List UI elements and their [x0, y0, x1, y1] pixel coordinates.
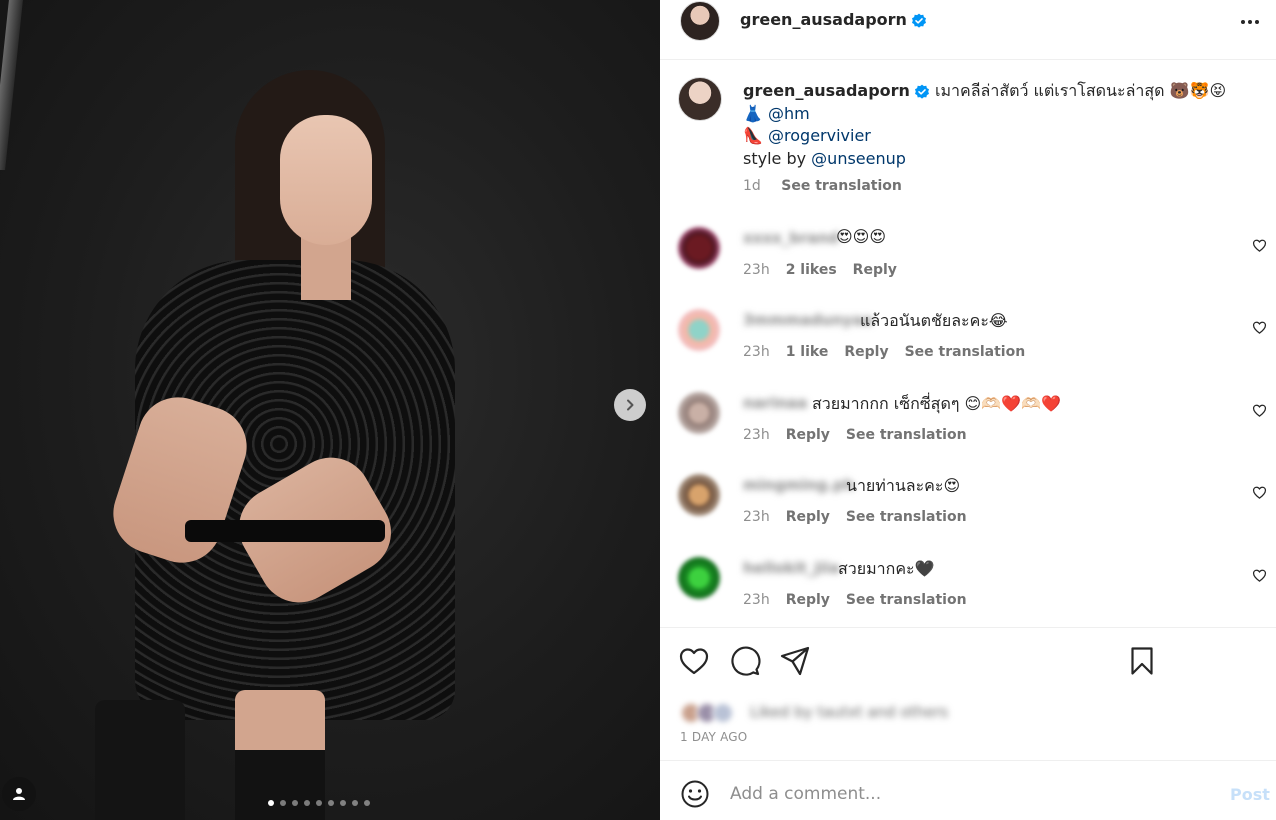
share-icon[interactable] [779, 645, 811, 677]
comment-meta: 23h 2 likes Reply [743, 262, 913, 278]
comment-meta: 23h Reply See translation [743, 592, 983, 608]
caption-text: green_ausadaporn เมาคลีล่าสัตว์ แต่เราโส… [743, 80, 1243, 170]
carousel-dot [340, 800, 346, 806]
emoji-icon[interactable] [680, 779, 710, 809]
commenter-avatar[interactable] [678, 227, 720, 269]
caption-username[interactable]: green_ausadaporn [743, 81, 910, 100]
carousel-indicator [268, 800, 370, 806]
caption-meta: 1d See translation [743, 178, 902, 194]
commenter-username[interactable]: xxxx_brand [743, 229, 839, 249]
comment-time[interactable]: 23h [743, 262, 770, 278]
post-actions: Liked by tautxt and others 1 DAY AGO [660, 627, 1276, 760]
caption-author-avatar[interactable] [678, 77, 722, 121]
carousel-dot [292, 800, 298, 806]
comment-meta: 23h 1 like Reply See translation [743, 344, 1041, 360]
user-tag-icon [13, 788, 25, 800]
liked-by-text[interactable]: Liked by tautxt and others [750, 703, 948, 721]
comment-reply-button[interactable]: Reply [786, 509, 830, 525]
commenter-avatar[interactable] [678, 474, 720, 516]
comment-see-translation[interactable]: See translation [846, 509, 967, 525]
carousel-dot [280, 800, 286, 806]
mention-link-rogervivier[interactable]: @rogervivier [768, 126, 871, 145]
comment-time[interactable]: 23h [743, 427, 770, 443]
comment-item: xxxx_brand 😍😍😍 23h 2 likes Reply [660, 215, 1276, 297]
comment-time[interactable]: 23h [743, 344, 770, 360]
heart-icon[interactable] [1252, 568, 1267, 583]
comment-text: นายท่านละคะ😍 [846, 476, 961, 495]
comment-text: แล้วอนันตชัยละคะ😂 [860, 311, 1008, 330]
bookmark-icon[interactable] [1126, 645, 1158, 677]
carousel-dot [316, 800, 322, 806]
comment-likes[interactable]: 1 like [786, 344, 829, 360]
comment-reply-button[interactable]: Reply [844, 344, 888, 360]
carousel-dot [304, 800, 310, 806]
caption-see-translation[interactable]: See translation [781, 178, 902, 194]
tagged-users-button[interactable] [2, 777, 36, 811]
comment-input[interactable] [730, 777, 1210, 811]
post-header: green_ausadaporn [660, 0, 1276, 60]
author-avatar[interactable] [680, 1, 720, 41]
heart-icon[interactable] [1252, 238, 1267, 253]
comment-list[interactable]: xxxx_brand 😍😍😍 23h 2 likes Reply 3mmmaduny… [660, 215, 1276, 627]
mention-link-unseenup[interactable]: @unseenup [811, 149, 906, 168]
comment-reply-button[interactable]: Reply [786, 592, 830, 608]
comment-meta: 23h Reply See translation [743, 509, 983, 525]
post-photo [95, 70, 485, 820]
verified-badge-icon [911, 13, 926, 28]
heart-icon[interactable] [678, 645, 710, 677]
comment-time[interactable]: 23h [743, 592, 770, 608]
heart-icon[interactable] [1252, 485, 1267, 500]
comment-text: สวยมากคะ🖤 [838, 559, 935, 578]
post-details-panel: green_ausadaporn green_ausadaporn เมาคลี… [660, 0, 1276, 820]
carousel-dot [268, 800, 274, 806]
commenter-avatar[interactable] [678, 392, 720, 434]
commenter-username[interactable]: hellokit_jiia [743, 559, 840, 579]
add-comment-bar: Post [660, 760, 1276, 820]
commenter-username[interactable]: narinaa [743, 394, 807, 414]
comment-item: narinaa สวยมากกก เซ็กซี่สุดๆ 😊🫶🏻❤️🫶🏻❤️ 2… [660, 380, 1276, 462]
carousel-next-button[interactable] [614, 389, 646, 421]
chevron-right-icon [627, 399, 634, 411]
carousel-dot [328, 800, 334, 806]
comment-see-translation[interactable]: See translation [905, 344, 1026, 360]
carousel-dot [352, 800, 358, 806]
heart-icon[interactable] [1252, 320, 1267, 335]
post-caption: green_ausadaporn เมาคลีล่าสัตว์ แต่เราโส… [660, 60, 1276, 210]
comment-see-translation[interactable]: See translation [846, 592, 967, 608]
caption-time[interactable]: 1d [743, 178, 761, 194]
comment-likes[interactable]: 2 likes [786, 262, 837, 278]
caption-style-prefix: style by [743, 148, 812, 168]
post-comment-button[interactable]: Post [1230, 785, 1270, 804]
heel-emoji-icon: 👠 [743, 126, 763, 145]
dress-emoji-icon: 👗 [743, 103, 763, 123]
comment-item: hellokit_jiia สวยมากคะ🖤 23h Reply See tran… [660, 545, 1276, 627]
commenter-username[interactable]: mingming.ph [743, 476, 855, 496]
verified-badge-icon [914, 84, 929, 99]
liked-by-avatars [680, 702, 744, 724]
comment-text: 😍😍😍 [836, 227, 887, 246]
comment-time[interactable]: 23h [743, 509, 770, 525]
comment-item: 3mmmadunyaa แล้วอนันตชัยละคะ😂 23h 1 like R… [660, 297, 1276, 379]
comment-item: mingming.ph นายท่านละคะ😍 23h Reply See tra… [660, 462, 1276, 544]
more-options-icon[interactable] [1238, 10, 1262, 34]
commenter-avatar[interactable] [678, 557, 720, 599]
commenter-username[interactable]: 3mmmadunyaa [743, 311, 873, 331]
comment-icon[interactable] [729, 645, 761, 677]
post-media[interactable] [0, 0, 660, 820]
comment-text: สวยมากกก เซ็กซี่สุดๆ 😊🫶🏻❤️🫶🏻❤️ [812, 394, 1061, 413]
comment-see-translation[interactable]: See translation [846, 427, 967, 443]
comment-reply-button[interactable]: Reply [786, 427, 830, 443]
comment-meta: 23h Reply See translation [743, 427, 983, 443]
author-username[interactable]: green_ausadaporn [740, 10, 927, 29]
mention-link-hm[interactable]: @hm [768, 104, 810, 123]
post-timestamp[interactable]: 1 DAY AGO [680, 730, 747, 744]
heart-icon[interactable] [1252, 403, 1267, 418]
caption-line-1: เมาคลีล่าสัตว์ แต่เราโสดนะล่าสุด 🐻🐯😝 [935, 81, 1227, 100]
commenter-avatar[interactable] [678, 309, 720, 351]
comment-reply-button[interactable]: Reply [853, 262, 897, 278]
photo-background [0, 0, 23, 170]
carousel-dot [364, 800, 370, 806]
